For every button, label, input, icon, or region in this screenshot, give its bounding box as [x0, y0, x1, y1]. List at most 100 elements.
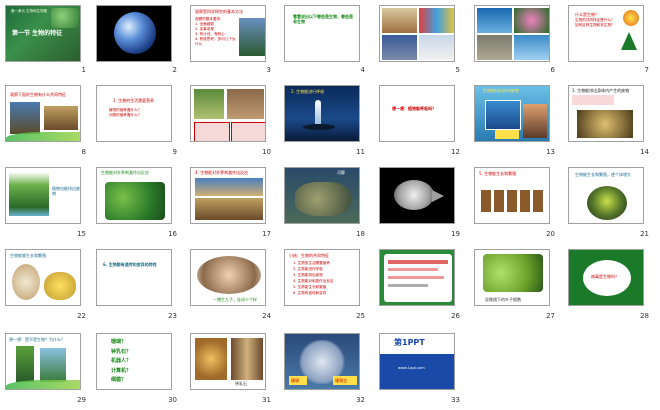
slide-title: 河豚 [337, 170, 345, 175]
slide-title: 想一想：是不是生物？为什么？ [9, 337, 65, 342]
caption-box [495, 130, 519, 139]
piglets-image [197, 256, 261, 294]
slide-thumbnail-9[interactable]: 1. 生物的生活需要营养 植物的营养靠什么？ 动物的营养靠什么？ [96, 85, 172, 142]
slide-title: 2. 生物能进行呼吸 [291, 89, 325, 94]
slide-thumbnail-22[interactable]: 生物能够生长和繁殖 [5, 249, 81, 306]
dolphin-image [514, 35, 549, 60]
photo-image [239, 18, 265, 56]
earth-image [114, 12, 156, 54]
slide-thumbnail-4[interactable]: 看看说出以下哪些是生物，哪些是非生物 [284, 5, 360, 62]
slide-thumbnail-30[interactable]: 珊瑚？ 钟乳石？ 机器人？ 计算机？ 细菌？ [96, 333, 172, 390]
slide-body: www.1ppt.com [398, 366, 425, 370]
slide-title: 生物能够生长和繁殖 [10, 253, 46, 258]
forest-image [51, 8, 79, 28]
slide-title: 生物能生长和繁殖，使个体增大 [575, 172, 631, 177]
slide-number: 5 [455, 66, 460, 74]
rock-image [477, 35, 512, 60]
label-coral-polyp: 珊瑚虫 [335, 378, 347, 383]
slide-thumbnail-13[interactable]: 生物能排出体内废物 [474, 85, 550, 142]
slide-thumbnail-10[interactable] [190, 85, 266, 142]
whale-spout-image [315, 100, 321, 124]
slide-body: 珊瑚？ 钟乳石？ 机器人？ 计算机？ 细菌？ [111, 339, 132, 383]
bear-image [10, 102, 40, 134]
slide-thumbnail-24[interactable]: 一猪生九子，连母十个样 [190, 249, 266, 306]
slide-number: 6 [550, 66, 555, 74]
slide-thumbnail-25[interactable]: 小结：生物的共同特征 1. 生物的生活需要营养 2. 生物能进行呼吸 3. 生物… [284, 249, 360, 306]
slide-thumbnail-17[interactable]: 4. 生物能对外界刺激作出反应 [190, 167, 266, 224]
animal-image [227, 89, 264, 119]
whale-image [303, 124, 335, 130]
slide-thumbnail-3[interactable]: 观察是科学探究的基本方法 观察的基本要求： 1. 全面细致 2. 实事求是 3.… [190, 5, 266, 62]
slide-thumbnail-32[interactable]: 珊瑚 珊瑚虫 [284, 333, 360, 390]
slide-thumbnail-31[interactable]: 钟乳石 [190, 333, 266, 390]
cheetah-image [195, 198, 263, 220]
slide-thumbnail-5[interactable] [379, 5, 455, 62]
slide-number: 12 [451, 148, 460, 156]
slide-body: 生物的共同特征是什么？ 如何区别生物和非生物？ [575, 18, 615, 27]
slide-title: 观察是科学探究的基本方法 [195, 9, 243, 14]
slide-number: 3 [266, 66, 271, 74]
slide-thumbnail-29[interactable]: 想一想：是不是生物？为什么？ [5, 333, 81, 390]
growth-sequence-image [481, 190, 545, 212]
slide-thumbnail-12[interactable]: 想一想：植物能呼吸吗？ [379, 85, 455, 142]
slide-number: 23 [168, 312, 177, 320]
butterfly-image [477, 8, 512, 33]
fish-tail-icon [432, 190, 444, 202]
slide-number: 19 [451, 230, 460, 238]
hippo-image [44, 106, 78, 130]
pencils-image [419, 8, 454, 33]
slide-subtitle: 第一单元 生物和生物圈 [11, 9, 48, 13]
slide-thumbnail-7[interactable]: 什么是生物？ 生物的共同特征是什么？ 如何区别生物和非生物？ [568, 5, 644, 62]
slide-number: 27 [546, 312, 555, 320]
pufferfish-image [394, 180, 434, 210]
slide-number: 7 [644, 66, 649, 74]
slide-thumbnail-26[interactable] [379, 249, 455, 306]
slide-thumbnail-15[interactable]: 植物也能排出废物 [5, 167, 81, 224]
slide-thumbnail-6[interactable] [474, 5, 550, 62]
flower-image [514, 8, 549, 33]
slide-thumbnail-18[interactable]: 河豚 [284, 167, 360, 224]
text-box [194, 122, 230, 141]
slide-thumbnail-16[interactable]: 生物能对外界刺激作出反应 [96, 167, 172, 224]
slide-number: 21 [640, 230, 649, 238]
slide-thumbnail-27[interactable]: 显微镜下的叶子细胞 [474, 249, 550, 306]
slide-thumbnail-23[interactable]: 6. 生物都有遗传和变异的特性 [96, 249, 172, 306]
slide-number: 4 [360, 66, 365, 74]
slide-title: 生物能对外界刺激作出反应 [101, 170, 149, 175]
slide-thumbnail-2[interactable] [96, 5, 172, 62]
logo-text: 第1PPT [394, 338, 425, 347]
slide-thumbnail-20[interactable]: 5. 生物能生长和繁殖 [474, 167, 550, 224]
label-coral: 珊瑚 [291, 378, 299, 383]
slide-thumbnail-14[interactable]: 3. 生物能排出身体内产生的废物 [568, 85, 644, 142]
polar-bear-image [419, 35, 454, 60]
leaves-image [105, 182, 165, 220]
slide-body: 1. 生物的生活需要营养 2. 生物能进行呼吸 3. 生物能排出废物 4. 生物… [293, 261, 334, 295]
slide-thumbnail-19[interactable] [379, 167, 455, 224]
slide-caption: 一猪生九子，连母十个样 [213, 297, 257, 302]
waterfall-image [9, 172, 49, 216]
aquarium-image [485, 100, 521, 130]
slide-number: 2 [172, 66, 177, 74]
slide-number: 10 [262, 148, 271, 156]
cells-image [483, 254, 543, 292]
slide-thumbnail-11[interactable]: 2. 生物能进行呼吸 [284, 85, 360, 142]
slide-title: 什么是生物？ [575, 12, 599, 17]
slide-thumbnail-28[interactable]: 病毒是生物吗？ [568, 249, 644, 306]
slide-caption: 显微镜下的叶子细胞 [485, 297, 521, 302]
slide-thumbnail-21[interactable]: 生物能生长和繁殖，使个体增大 [568, 167, 644, 224]
slide-number: 13 [546, 148, 555, 156]
slide-title: 5. 生物能生长和繁殖 [479, 171, 517, 176]
slide-thumbnail-33[interactable]: 第1PPT www.1ppt.com [379, 333, 455, 390]
slide-thumbnail-1[interactable]: 第一单元 生物和生物圈 第一节 生物的特征 [5, 5, 81, 62]
egg-image [12, 264, 40, 300]
green-wave-decoration [6, 380, 80, 389]
slide-number: 25 [356, 312, 365, 320]
slide-title: 观察下面的生物有什么共同特征 [10, 92, 66, 97]
nature-image [40, 348, 66, 382]
tree-icon [621, 32, 637, 50]
slide-thumbnail-8[interactable]: 观察下面的生物有什么共同特征 [5, 85, 81, 142]
slide-number: 17 [262, 230, 271, 238]
slide-number: 32 [356, 396, 365, 404]
tree-image [16, 346, 34, 382]
footer-band [380, 354, 454, 389]
